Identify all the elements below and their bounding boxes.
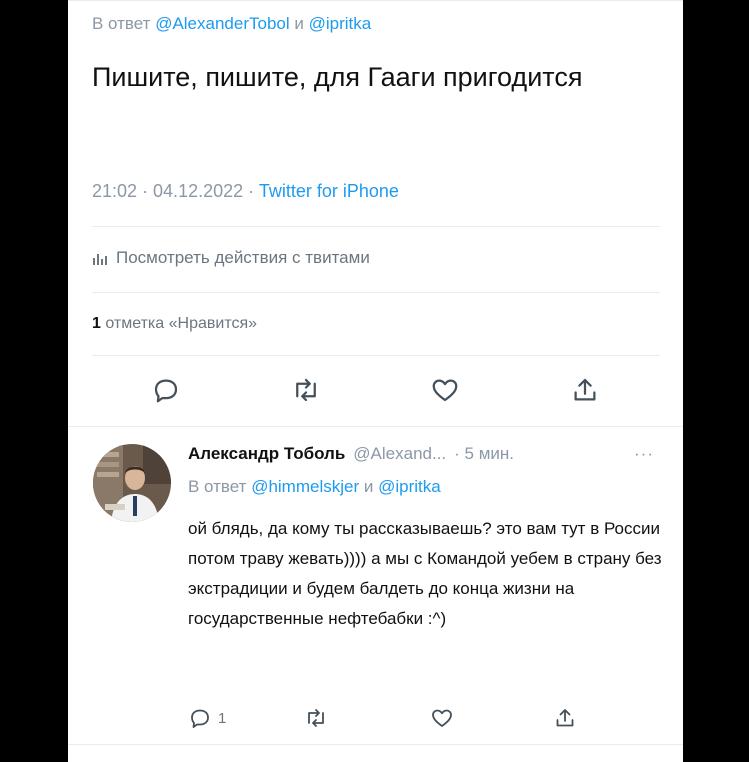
reply-header: Александр Тоболь @Alexand... · 5 мин. <box>188 444 514 464</box>
retweet-icon <box>308 709 324 727</box>
mention-link[interactable]: @ipritka <box>309 14 372 33</box>
avatar-photo <box>93 444 171 522</box>
reply-to-line: В ответ @himmelskjer и @ipritka <box>188 477 441 497</box>
top-divider <box>68 0 683 1</box>
view-activity-link[interactable]: Посмотреть действия с твитами <box>92 248 370 268</box>
reply-conj: и <box>363 477 374 496</box>
like-button[interactable] <box>430 702 454 734</box>
reply-prefix: В ответ <box>188 477 247 496</box>
retweet-button[interactable] <box>304 702 328 734</box>
reply-time[interactable]: · 5 мин. <box>454 444 514 464</box>
tweet-actions <box>68 368 683 412</box>
divider <box>92 292 660 293</box>
share-icon <box>574 378 596 401</box>
reply-count: 1 <box>218 709 227 727</box>
author-handle[interactable]: @Alexand... <box>353 444 446 464</box>
reply-to-line: В ответ @AlexanderTobol и @ipritka <box>92 14 371 34</box>
divider <box>92 355 660 356</box>
reply-prefix: В ответ <box>92 14 151 33</box>
divider <box>92 226 660 227</box>
share-button[interactable] <box>553 702 577 734</box>
author-name[interactable]: Александр Тоболь <box>188 444 345 464</box>
view-activity-label: Посмотреть действия с твитами <box>116 248 370 267</box>
tweet-source[interactable]: Twitter for iPhone <box>259 181 399 201</box>
likes-count: 1 <box>92 315 101 332</box>
reply-icon <box>191 709 209 728</box>
reply-icon <box>154 379 178 403</box>
tweet-text: Пишите, пишите, для Гааги пригодится <box>92 62 583 92</box>
retweet-icon <box>296 378 316 402</box>
like-button[interactable] <box>425 368 465 412</box>
reply-tweet[interactable]: Александр Тоболь @Alexand... · 5 мин. ··… <box>68 428 683 748</box>
mention-link[interactable]: @ipritka <box>378 477 441 496</box>
retweet-button[interactable] <box>286 368 326 412</box>
mention-link[interactable]: @AlexanderTobol <box>155 14 289 33</box>
reply-conj: и <box>294 14 304 33</box>
analytics-icon <box>93 254 107 265</box>
tweet-detail-panel: В ответ @AlexanderTobol и @ipritka Пишит… <box>68 0 683 762</box>
share-icon <box>556 709 574 727</box>
likes-count-link[interactable]: 1 отметка «Нравится» <box>92 315 257 333</box>
tweet-meta: 21:02 · 04.12.2022 · Twitter for iPhone <box>92 181 399 202</box>
like-icon <box>432 709 452 727</box>
divider <box>68 744 683 745</box>
tweet-timestamp[interactable]: 21:02 · 04.12.2022 · <box>92 181 254 201</box>
like-icon <box>432 379 458 402</box>
share-button[interactable] <box>565 368 605 412</box>
likes-label: отметка «Нравится» <box>105 315 258 332</box>
mention-link[interactable]: @himmelskjer <box>251 477 359 496</box>
divider <box>68 426 683 427</box>
avatar[interactable] <box>93 444 171 522</box>
reply-text: ой блядь, да кому ты рассказываешь? это … <box>188 519 662 628</box>
reply-button[interactable] <box>146 368 186 412</box>
reply-actions: 1 <box>68 702 683 734</box>
more-options-icon[interactable]: ··· <box>634 444 654 464</box>
reply-button[interactable]: 1 <box>188 702 226 734</box>
